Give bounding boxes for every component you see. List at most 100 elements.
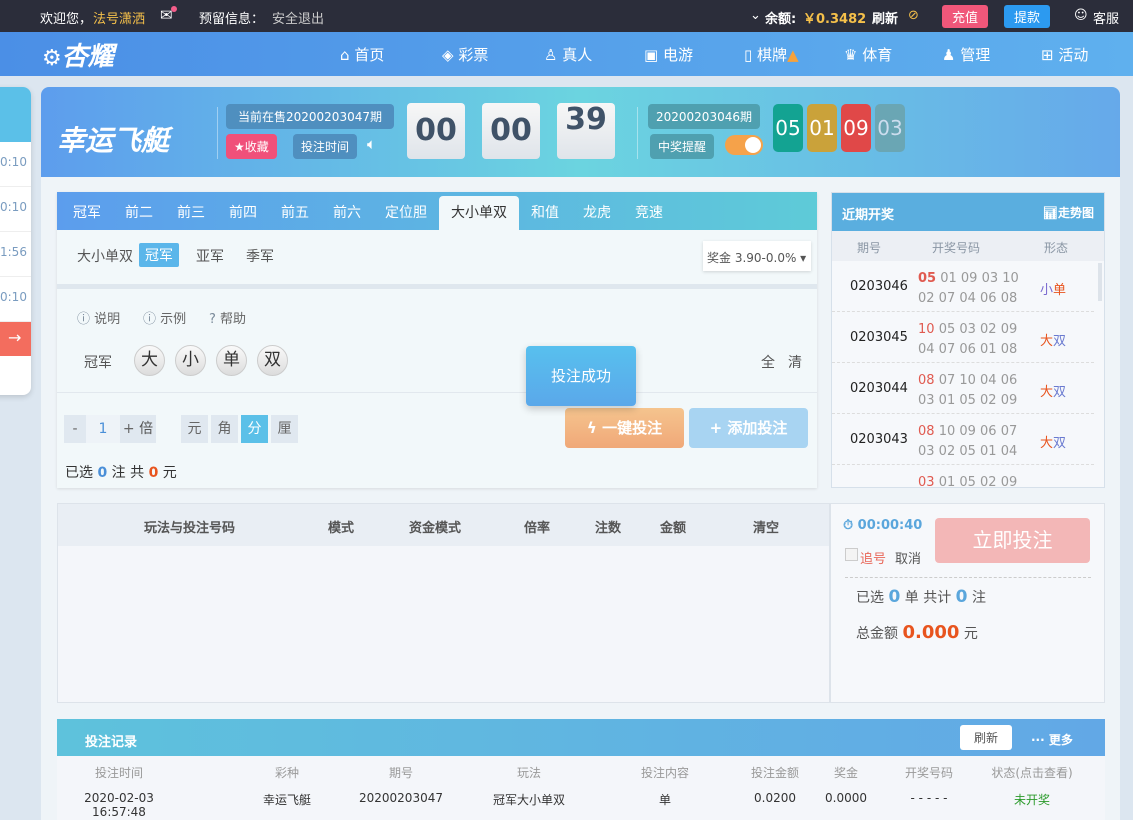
option-odd[interactable]: 单 xyxy=(216,345,247,376)
draw-numbers: 08 07 10 04 06 03 01 05 02 09 xyxy=(918,373,1018,408)
arrow-right-icon[interactable]: → xyxy=(0,322,31,356)
info-link[interactable]: ⓘ 说明 xyxy=(77,308,120,327)
record-cell: 冠军大小单双 xyxy=(492,793,565,807)
nav-live[interactable]: ♙ 真人 xyxy=(544,44,592,65)
clear-button[interactable]: 清 xyxy=(788,352,802,372)
unit-jiao[interactable]: 角 xyxy=(211,415,238,443)
current-issue: 当前在售20200203047期 xyxy=(226,104,394,129)
cancel-link[interactable]: 取消 xyxy=(895,548,921,567)
game-logo: 幸运飞艇 xyxy=(57,124,170,157)
tab-top6[interactable]: 前六 xyxy=(333,202,361,222)
draw-issue: 0203044 xyxy=(850,381,908,396)
multiplier-input[interactable]: 1 xyxy=(86,415,120,443)
tab-top5[interactable]: 前五 xyxy=(281,202,309,222)
records-col: 投注时间 xyxy=(94,766,143,780)
tab-race[interactable]: 竞速 xyxy=(635,202,663,222)
more-link[interactable]: ··· 更多 xyxy=(1031,731,1073,748)
tab-top2[interactable]: 前二 xyxy=(125,202,153,222)
question-icon: ? xyxy=(209,312,216,327)
row-label: 冠军 xyxy=(84,355,112,371)
help-link[interactable]: ? 帮助 xyxy=(209,308,246,327)
nav-slots[interactable]: ▣ 电游 xyxy=(644,44,693,65)
records-col: 彩种 xyxy=(274,766,299,780)
example-link[interactable]: ⓘ 示例 xyxy=(143,308,186,327)
option-even[interactable]: 双 xyxy=(257,345,288,376)
side-time: 0:10 xyxy=(0,277,31,322)
clear-cart-button[interactable]: 清空 xyxy=(753,517,779,536)
prize-select[interactable]: 奖金 3.90-0.0% ▾ xyxy=(703,241,811,271)
draw-row: 0203044 08 07 10 04 06 03 01 05 02 09 大双 xyxy=(832,363,1094,414)
win-alert-toggle[interactable] xyxy=(725,135,763,155)
trend-link[interactable]: 📊︎走势图 xyxy=(1043,204,1094,221)
chase-checkbox[interactable] xyxy=(845,548,858,561)
nav-home[interactable]: ⌂ 首页 xyxy=(340,44,384,65)
col-issue: 期号 xyxy=(857,241,882,255)
game-header: 幸运飞艇 当前在售20200203047期 ★收藏 投注时间 🔈︎ 00 00 … xyxy=(41,87,1120,177)
nav-cards[interactable]: ▯ 棋牌▲ xyxy=(744,44,799,65)
logout-link[interactable]: 安全退出 xyxy=(272,8,324,27)
info-icon: ⓘ xyxy=(143,312,157,327)
tab-top3[interactable]: 前三 xyxy=(177,202,205,222)
draw-numbers: 10 05 03 02 09 04 07 06 01 08 xyxy=(918,322,1018,357)
unit-li[interactable]: 厘 xyxy=(271,415,298,443)
withdraw-button[interactable]: 提款 xyxy=(1004,5,1051,28)
nav-sports[interactable]: ♛ 体育 xyxy=(844,44,892,65)
select-all-button[interactable]: 全 xyxy=(761,352,775,372)
cart-col: 模式 xyxy=(328,521,355,536)
draw-pattern: 大双 xyxy=(1040,385,1067,400)
option-small[interactable]: 小 xyxy=(175,345,206,376)
chase-label[interactable]: 追号 xyxy=(860,548,886,567)
tab-position[interactable]: 定位胆 xyxy=(385,202,427,222)
gift-icon: ⊞ xyxy=(1041,46,1054,64)
tab-top4[interactable]: 前四 xyxy=(229,202,257,222)
side-time: 0:10 xyxy=(0,142,31,187)
draw-issue: 0203045 xyxy=(850,330,908,345)
unit-fen[interactable]: 分 xyxy=(241,415,268,443)
add-bet-button[interactable]: + 添加投注 xyxy=(689,408,808,448)
top-bar: 欢迎您， 法号潇洒 ✉ 预留信息： 安全退出 ⌄ 余额: ￥0.3482 刷新 … xyxy=(0,0,1133,32)
tab-sum[interactable]: 和值 xyxy=(531,202,559,222)
username[interactable]: 法号潇洒 xyxy=(93,8,145,27)
chevron-down-icon[interactable]: ⌄ xyxy=(750,8,761,23)
tab-dragon-tiger[interactable]: 龙虎 xyxy=(583,202,611,222)
success-toast: 投注成功 xyxy=(526,346,636,406)
submit-bet-button[interactable]: 立即投注 xyxy=(935,518,1090,563)
records-refresh-button[interactable]: 刷新 xyxy=(960,725,1013,750)
chat-icon[interactable]: ☺ xyxy=(1074,8,1088,23)
nav-lottery[interactable]: ◈ 彩票 xyxy=(442,44,488,65)
hide-balance-icon[interactable]: ⊘ xyxy=(908,8,919,23)
nav-promo[interactable]: ⊞ 活动 xyxy=(1041,44,1088,65)
sound-icon[interactable]: 🔈︎ xyxy=(367,135,376,153)
deposit-button[interactable]: 充值 xyxy=(942,5,989,28)
record-status-link[interactable]: 未开奖 xyxy=(972,791,1092,808)
subtab-third[interactable]: 季军 xyxy=(246,246,274,266)
multiplier-plus[interactable]: + 倍 xyxy=(120,415,156,443)
main-nav: ⚙杏耀 ⌂ 首页 ◈ 彩票 ♙ 真人 ▣ 电游 ▯ 棋牌▲ ♛ 体育 ♟ 管理 … xyxy=(0,32,1133,76)
subtab-second[interactable]: 亚军 xyxy=(196,246,224,266)
service-link[interactable]: 客服 xyxy=(1093,8,1119,27)
result-ball: 01 xyxy=(807,104,837,152)
mail-icon[interactable]: ✉ xyxy=(160,6,177,24)
slot-icon: ▣ xyxy=(644,46,659,64)
multiplier-minus[interactable]: - xyxy=(64,415,86,443)
subtab-champion[interactable]: 冠军 xyxy=(139,243,179,267)
refresh-link[interactable]: 刷新 xyxy=(872,8,898,27)
nav-manage[interactable]: ♟ 管理 xyxy=(942,44,990,65)
tab-champion[interactable]: 冠军 xyxy=(73,202,101,222)
scrollbar[interactable] xyxy=(1098,263,1102,301)
draw-row: 0203045 10 05 03 02 09 04 07 06 01 08 大双 xyxy=(832,312,1094,363)
logo[interactable]: ⚙杏耀 xyxy=(42,36,114,73)
tab-big-small[interactable]: 大小单双 xyxy=(439,196,519,230)
draw-pattern: 小单 xyxy=(1040,283,1067,298)
unit-yuan[interactable]: 元 xyxy=(181,415,208,443)
cart-col: 倍率 xyxy=(524,521,551,536)
main-content: 幸运飞艇 当前在售20200203047期 ★收藏 投注时间 🔈︎ 00 00 … xyxy=(41,87,1120,820)
bet-time-button[interactable]: 投注时间 xyxy=(293,134,358,159)
draw-row: 0203046 05 01 09 03 10 02 07 04 06 08 小单 xyxy=(832,261,1094,312)
favorite-button[interactable]: ★收藏 xyxy=(226,134,277,159)
lightning-icon: ϟ xyxy=(586,419,597,437)
bet-cart: 玩法与投注号码 模式 资金模式 倍率 注数 金额 清空 xyxy=(57,503,830,703)
play-tabs: 冠军 前二 前三 前四 前五 前六 定位胆 大小单双 和值 龙虎 竞速 xyxy=(57,192,817,230)
option-big[interactable]: 大 xyxy=(134,345,165,376)
quick-bet-button[interactable]: ϟ 一键投注 xyxy=(565,408,684,448)
